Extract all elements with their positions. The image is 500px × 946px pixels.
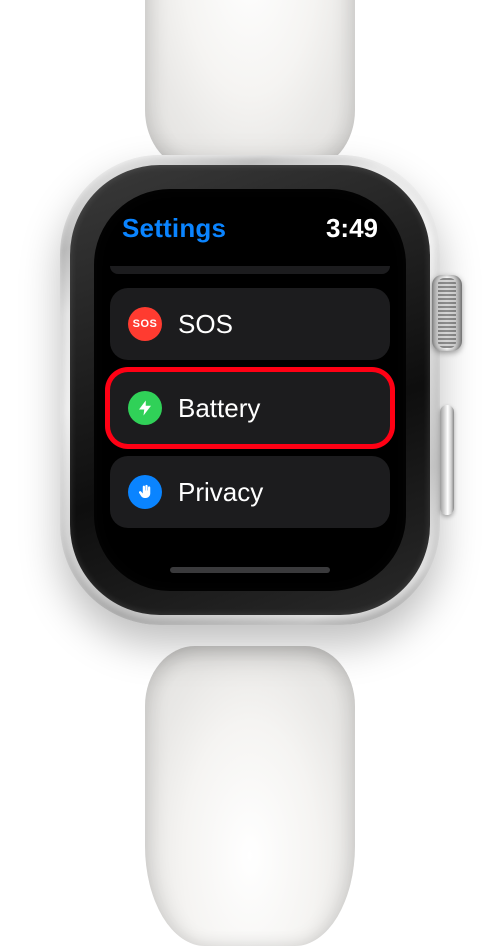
- watch-case: Settings 3:49 SOS SOS Battery: [60, 155, 440, 625]
- bolt-icon: [128, 391, 162, 425]
- settings-row-battery[interactable]: Battery: [110, 372, 390, 444]
- settings-row-privacy[interactable]: Privacy: [110, 456, 390, 528]
- settings-row-label: SOS: [178, 309, 233, 340]
- back-button[interactable]: Settings: [122, 213, 226, 244]
- digital-crown[interactable]: [432, 275, 462, 351]
- watch-band-top: [145, 0, 355, 170]
- settings-row-label: Privacy: [178, 477, 263, 508]
- side-button[interactable]: [440, 405, 454, 515]
- scroll-indicator: [170, 567, 330, 573]
- watch-screen: Settings 3:49 SOS SOS Battery: [94, 189, 406, 591]
- sos-icon: SOS: [128, 307, 162, 341]
- clock: 3:49: [326, 213, 378, 244]
- settings-row-label: Battery: [178, 393, 260, 424]
- watch-band-bottom: [145, 646, 355, 946]
- status-bar: Settings 3:49: [94, 189, 406, 250]
- watch-bezel: Settings 3:49 SOS SOS Battery: [70, 165, 430, 615]
- hand-icon: [128, 475, 162, 509]
- settings-list[interactable]: SOS SOS Battery Privacy: [94, 274, 406, 528]
- sos-icon-text: SOS: [133, 318, 158, 330]
- settings-row-sos[interactable]: SOS SOS: [110, 288, 390, 360]
- list-edge-top: [110, 266, 390, 274]
